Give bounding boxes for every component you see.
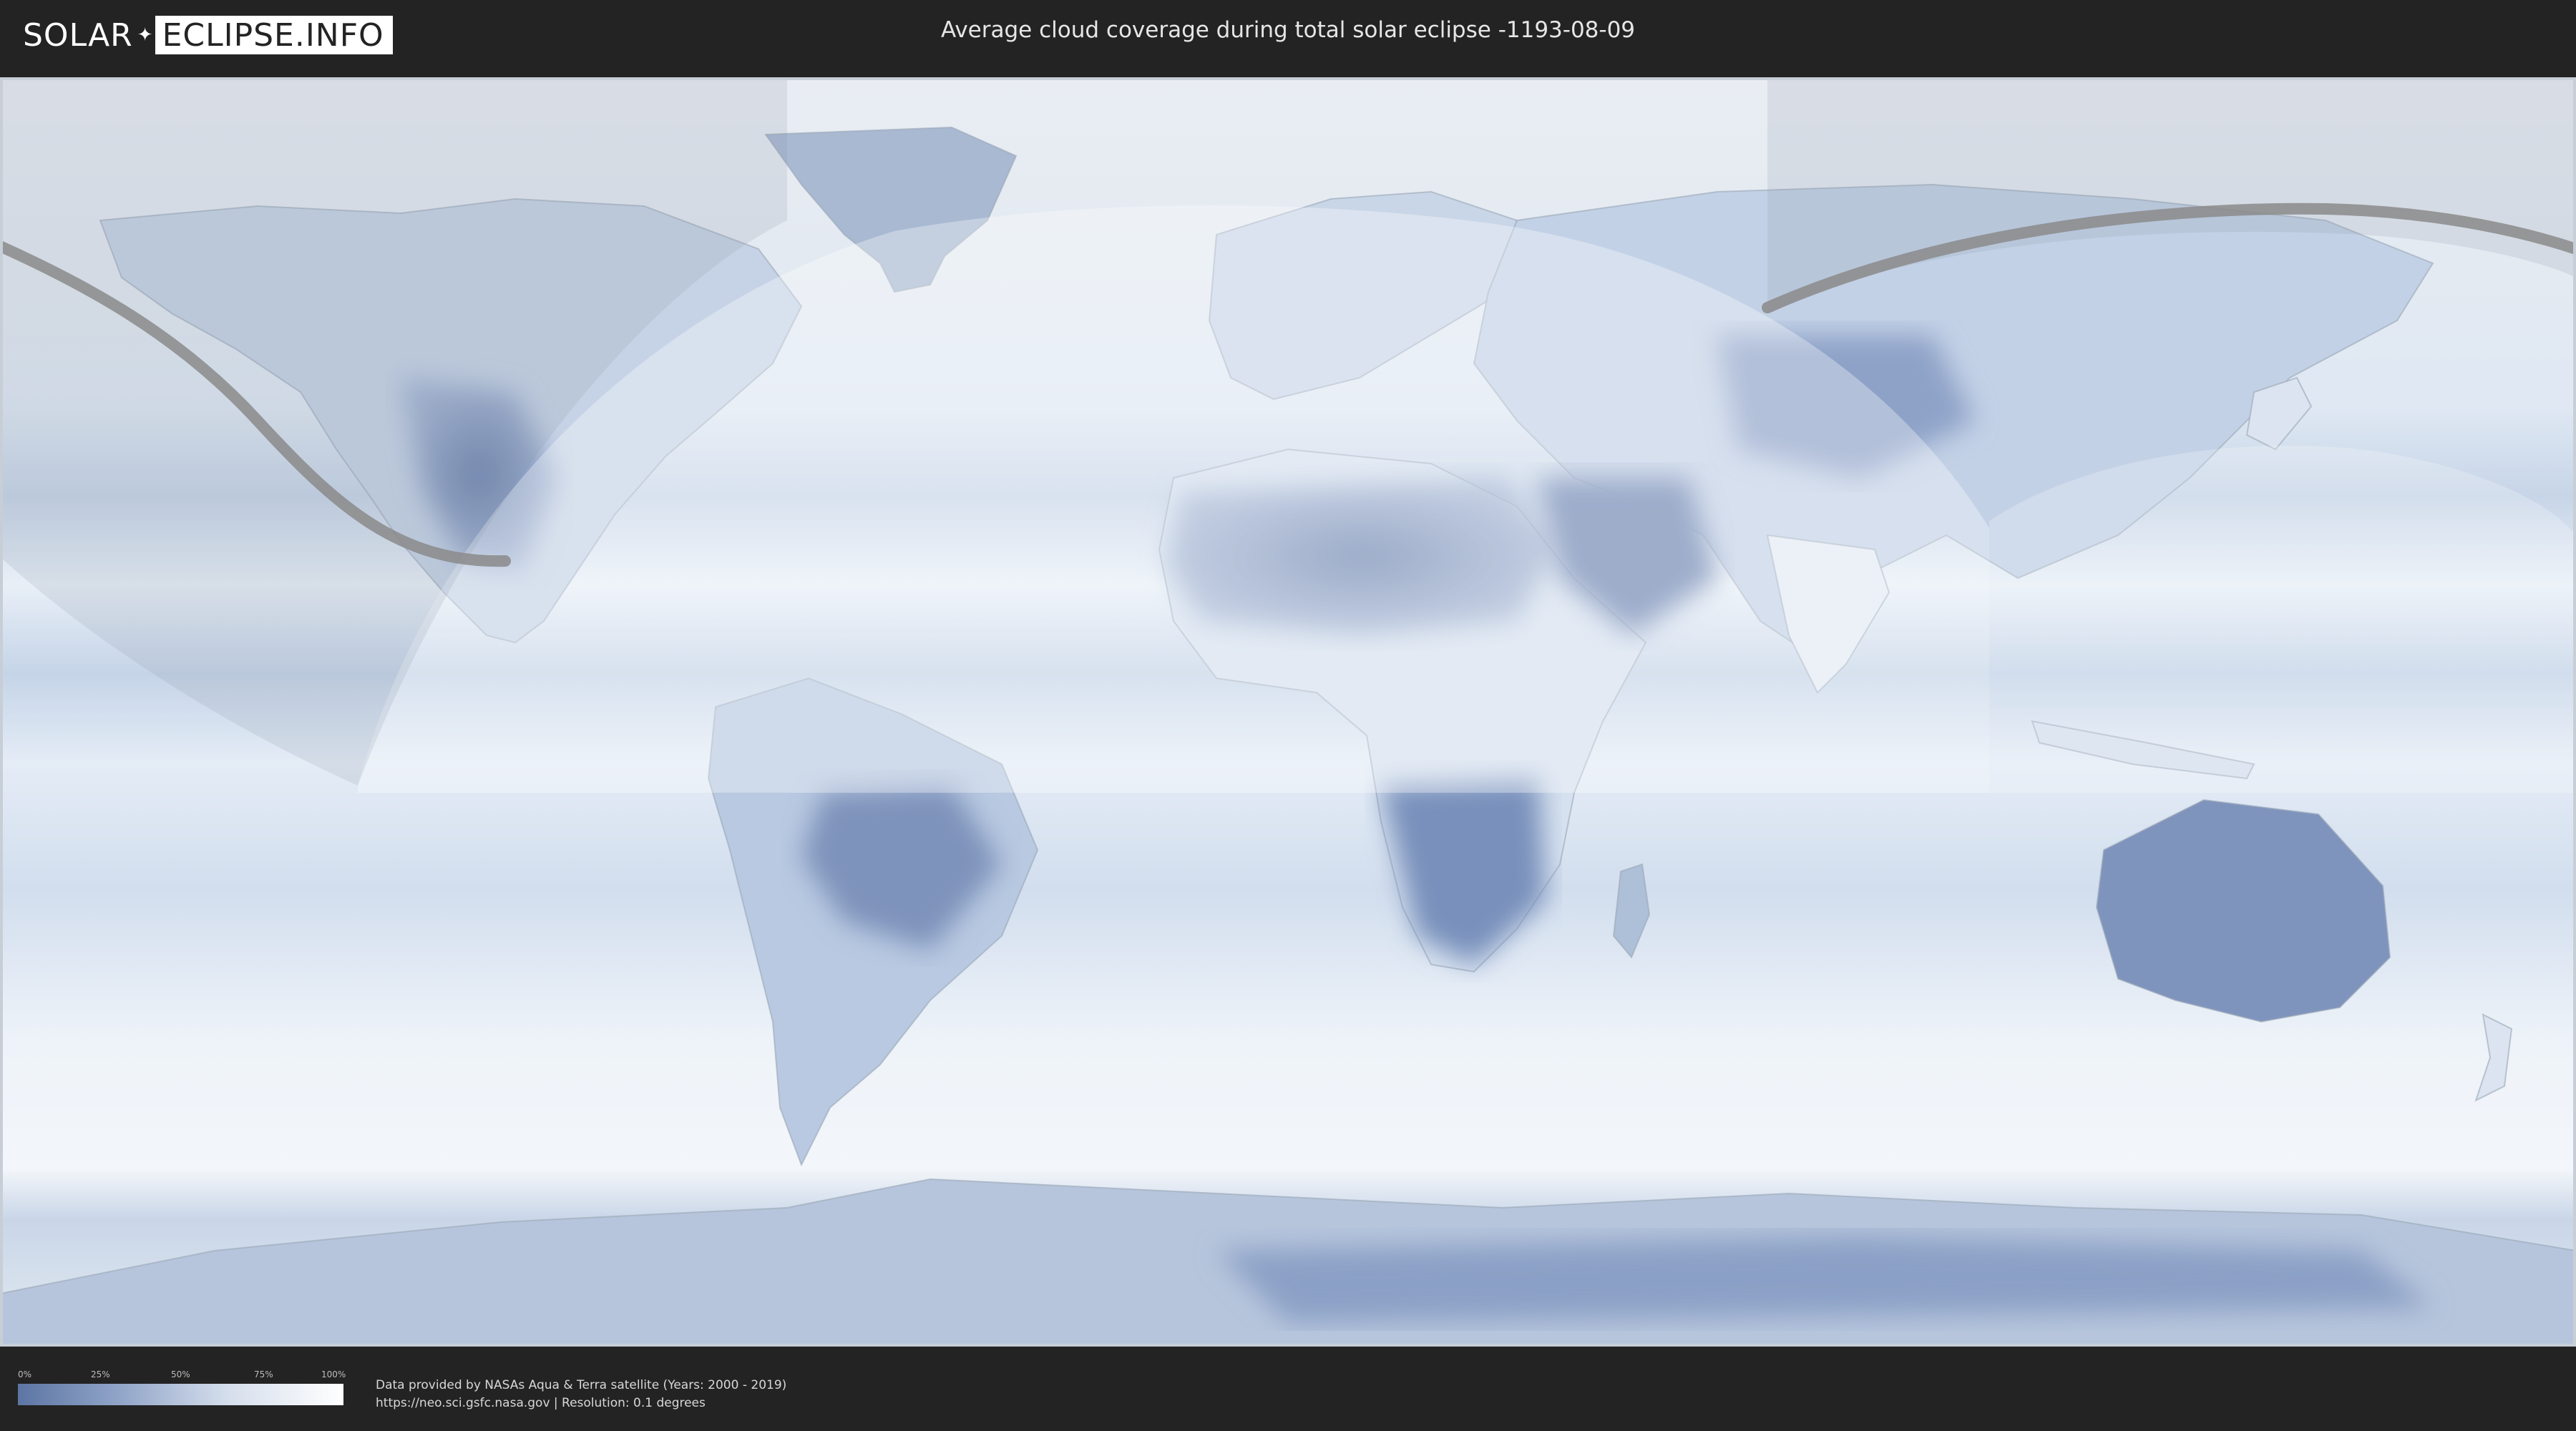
credits-source: Data provided by NASAs Aqua & Terra sate…	[376, 1378, 787, 1392]
header-bar: SOLAR ✦ ECLIPSE.INFO Average cloud cover…	[0, 0, 2576, 72]
legend-ticks: 0% 25% 50% 75% 100%	[18, 1369, 346, 1384]
legend-tick: 75%	[254, 1369, 273, 1379]
legend-tick: 25%	[91, 1369, 110, 1379]
legend-tick: 100%	[321, 1369, 346, 1379]
footer-bar: 0% 25% 50% 75% 100% Data provided by NAS…	[0, 1352, 2576, 1431]
partial-visibility-zone-east	[1989, 445, 2576, 793]
page-title: Average cloud coverage during total sola…	[940, 17, 1636, 43]
data-credits: Data provided by NASAs Aqua & Terra sate…	[376, 1377, 786, 1412]
antarctic-interior	[1216, 1236, 2433, 1322]
legend-tick: 50%	[171, 1369, 190, 1379]
legend-gradient-bar	[18, 1384, 343, 1405]
legend-tick: 0%	[18, 1369, 32, 1379]
cloud-coverage-legend: 0% 25% 50% 75% 100%	[18, 1369, 346, 1405]
cloud-coverage-map	[0, 77, 2576, 1347]
credits-url: https://neo.sci.gsfc.nasa.gov | Resoluti…	[376, 1396, 706, 1410]
